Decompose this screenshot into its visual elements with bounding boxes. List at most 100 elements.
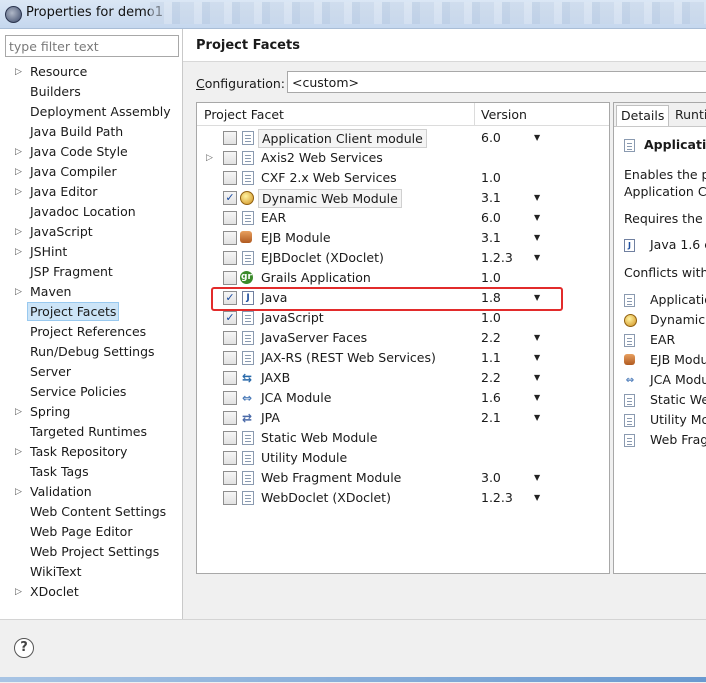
version-dropdown-icon[interactable]: ▼ (534, 368, 540, 388)
expand-arrow-icon[interactable]: ▷ (15, 182, 22, 202)
expand-arrow-icon[interactable]: ▷ (15, 582, 22, 602)
tab-details[interactable]: Details (616, 105, 670, 126)
facet-checkbox[interactable] (223, 351, 237, 365)
facet-checkbox[interactable] (223, 371, 237, 385)
facet-row[interactable]: ▷ Axis2 Web Services (197, 148, 609, 168)
facet-version[interactable]: 2.1 (481, 408, 501, 428)
facet-version[interactable]: 3.0 (481, 468, 501, 488)
facet-checkbox[interactable] (223, 431, 237, 445)
facet-checkbox[interactable] (223, 451, 237, 465)
facet-row[interactable]: ✓ Dynamic Web Module 3.1 ▼ (197, 188, 609, 208)
facet-version[interactable]: 1.2.3 (481, 248, 513, 268)
version-dropdown-icon[interactable]: ▼ (534, 128, 540, 148)
facet-row[interactable]: EJB Module 3.1 ▼ (197, 228, 609, 248)
tree-item-xdoclet[interactable]: ▷ XDoclet (0, 582, 182, 602)
facet-row[interactable]: EJBDoclet (XDoclet) 1.2.3 ▼ (197, 248, 609, 268)
facet-row[interactable]: ⇆ JAXB 2.2 ▼ (197, 368, 609, 388)
expand-arrow-icon[interactable]: ▷ (206, 148, 213, 168)
version-dropdown-icon[interactable]: ▼ (534, 408, 540, 428)
facet-row[interactable]: ✓ J Java 1.8 ▼ (197, 288, 609, 308)
facet-checkbox[interactable] (223, 391, 237, 405)
facet-row[interactable]: JAX-RS (REST Web Services) 1.1 ▼ (197, 348, 609, 368)
expand-arrow-icon[interactable]: ▷ (15, 402, 22, 422)
facet-checkbox[interactable] (223, 211, 237, 225)
configuration-select[interactable]: <custom> (287, 71, 706, 93)
tree-item-jsp-fragment[interactable]: JSP Fragment (0, 262, 182, 282)
facet-row[interactable]: CXF 2.x Web Services 1.0 (197, 168, 609, 188)
expand-arrow-icon[interactable]: ▷ (15, 282, 22, 302)
expand-arrow-icon[interactable]: ▷ (15, 242, 22, 262)
version-dropdown-icon[interactable]: ▼ (534, 328, 540, 348)
facet-checkbox[interactable] (223, 271, 237, 285)
facet-row[interactable]: ✓ JavaScript 1.0 (197, 308, 609, 328)
tree-item-resource[interactable]: ▷ Resource (0, 62, 182, 82)
facet-checkbox[interactable]: ✓ (223, 291, 237, 305)
tree-item-wikitext[interactable]: WikiText (0, 562, 182, 582)
tree-item-web-project-settings[interactable]: Web Project Settings (0, 542, 182, 562)
tab-runtimes[interactable]: Runti (671, 105, 706, 125)
column-header-facet[interactable]: Project Facet (204, 107, 284, 122)
tree-item-targeted-runtimes[interactable]: Targeted Runtimes (0, 422, 182, 442)
tree-item-javascript[interactable]: ▷ JavaScript (0, 222, 182, 242)
tree-item-jshint[interactable]: ▷ JSHint (0, 242, 182, 262)
tree-item-project-references[interactable]: Project References (0, 322, 182, 342)
facet-row[interactable]: Web Fragment Module 3.0 ▼ (197, 468, 609, 488)
facet-row[interactable]: Application Client module 6.0 ▼ (197, 128, 609, 148)
facet-version[interactable]: 3.1 (481, 228, 501, 248)
facet-row[interactable]: Utility Module (197, 448, 609, 468)
tree-item-web-content-settings[interactable]: Web Content Settings (0, 502, 182, 522)
version-dropdown-icon[interactable]: ▼ (534, 468, 540, 488)
facet-checkbox[interactable] (223, 171, 237, 185)
tree-item-java-code-style[interactable]: ▷ Java Code Style (0, 142, 182, 162)
facet-row[interactable]: gr Grails Application 1.0 (197, 268, 609, 288)
expand-arrow-icon[interactable]: ▷ (15, 442, 22, 462)
tree-item-maven[interactable]: ▷ Maven (0, 282, 182, 302)
facet-version[interactable]: 1.1 (481, 348, 501, 368)
facet-row[interactable]: WebDoclet (XDoclet) 1.2.3 ▼ (197, 488, 609, 508)
tree-item-task-tags[interactable]: Task Tags (0, 462, 182, 482)
facet-checkbox[interactable] (223, 231, 237, 245)
facet-checkbox[interactable] (223, 331, 237, 345)
version-dropdown-icon[interactable]: ▼ (534, 228, 540, 248)
facet-checkbox[interactable] (223, 471, 237, 485)
facet-version[interactable]: 2.2 (481, 328, 501, 348)
facet-checkbox[interactable]: ✓ (223, 311, 237, 325)
facet-checkbox[interactable] (223, 151, 237, 165)
expand-arrow-icon[interactable]: ▷ (15, 222, 22, 242)
version-dropdown-icon[interactable]: ▼ (534, 388, 540, 408)
tree-item-spring[interactable]: ▷ Spring (0, 402, 182, 422)
tree-item-java-editor[interactable]: ▷ Java Editor (0, 182, 182, 202)
facet-version[interactable]: 1.2.3 (481, 488, 513, 508)
tree-item-web-page-editor[interactable]: Web Page Editor (0, 522, 182, 542)
facet-version[interactable]: 6.0 (481, 208, 501, 228)
tree-item-java-build-path[interactable]: Java Build Path (0, 122, 182, 142)
tree-item-javadoc-location[interactable]: Javadoc Location (0, 202, 182, 222)
expand-arrow-icon[interactable]: ▷ (15, 162, 22, 182)
facet-checkbox[interactable]: ✓ (223, 191, 237, 205)
facet-version[interactable]: 2.2 (481, 368, 501, 388)
tree-item-project-facets[interactable]: Project Facets (0, 302, 182, 322)
version-dropdown-icon[interactable]: ▼ (534, 288, 540, 308)
facet-row[interactable]: EAR 6.0 ▼ (197, 208, 609, 228)
version-dropdown-icon[interactable]: ▼ (534, 488, 540, 508)
tree-item-deployment-assembly[interactable]: Deployment Assembly (0, 102, 182, 122)
column-header-version[interactable]: Version (481, 107, 527, 122)
filter-input[interactable] (5, 35, 179, 57)
facet-checkbox[interactable] (223, 251, 237, 265)
version-dropdown-icon[interactable]: ▼ (534, 208, 540, 228)
expand-arrow-icon[interactable]: ▷ (15, 142, 22, 162)
facet-checkbox[interactable] (223, 491, 237, 505)
tree-item-task-repository[interactable]: ▷ Task Repository (0, 442, 182, 462)
version-dropdown-icon[interactable]: ▼ (534, 248, 540, 268)
facet-version[interactable]: 1.8 (481, 288, 501, 308)
version-dropdown-icon[interactable]: ▼ (534, 188, 540, 208)
tree-item-builders[interactable]: Builders (0, 82, 182, 102)
expand-arrow-icon[interactable]: ▷ (15, 62, 22, 82)
tree-item-server[interactable]: Server (0, 362, 182, 382)
facet-row[interactable]: Static Web Module (197, 428, 609, 448)
help-icon[interactable]: ? (14, 638, 34, 658)
facet-version[interactable]: 6.0 (481, 128, 501, 148)
facet-checkbox[interactable] (223, 411, 237, 425)
expand-arrow-icon[interactable]: ▷ (15, 482, 22, 502)
tree-item-java-compiler[interactable]: ▷ Java Compiler (0, 162, 182, 182)
